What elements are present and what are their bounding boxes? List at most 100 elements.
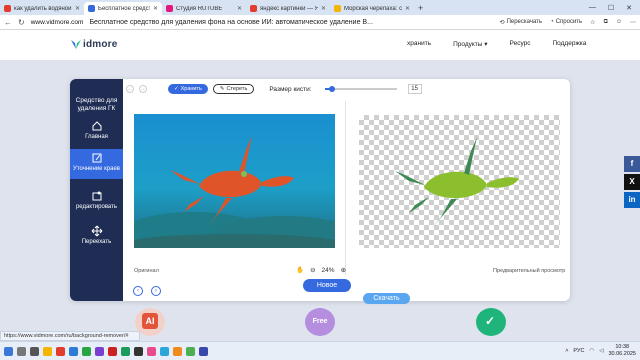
zoom-in-icon[interactable]: ⊕ — [341, 266, 346, 274]
free-badge-icon: Free — [305, 308, 335, 336]
app-icon-5[interactable] — [134, 346, 143, 356]
zoom-out-icon[interactable]: ⊖ — [310, 266, 315, 274]
new-image-button[interactable]: Новое — [303, 279, 351, 292]
page-title-in-address: Бесплатное средство для удаления фона на… — [89, 18, 373, 26]
brush-size-slider[interactable] — [324, 85, 397, 92]
x-icon[interactable]: X — [624, 174, 640, 190]
explorer-icon[interactable] — [43, 346, 52, 356]
browser-tab-bar: как удалить водяной знак✕Бесплатное сред… — [0, 0, 640, 15]
close-tab-icon[interactable]: ✕ — [75, 5, 80, 12]
url-field[interactable]: www.vidmore.com — [31, 19, 84, 26]
zoom-level: 24% — [321, 266, 335, 274]
search-icon[interactable] — [17, 346, 26, 356]
address-bar: ← ↻ www.vidmore.com Бесплатное средство … — [0, 15, 640, 30]
nav-item-resources[interactable]: Ресурс — [510, 40, 531, 48]
tab-title: как удалить водяной знак — [14, 5, 72, 12]
brush-size-label: Размер кисти: — [269, 85, 312, 93]
close-tab-icon[interactable]: ✕ — [237, 5, 242, 12]
sidebar-item-refine-edges[interactable]: Уточнение краев — [70, 149, 123, 179]
sidebar-item-home[interactable]: Главная — [70, 117, 123, 147]
browser-tab[interactable]: яндекс картинки — Яндекс✕ — [246, 2, 330, 15]
browser-tab[interactable]: Студия RUTUBE ✕ — [162, 2, 246, 15]
volume-icon[interactable]: ◁ — [599, 348, 603, 354]
tab-favicon-icon — [166, 5, 173, 12]
clock[interactable]: 10:38 30.06.2025 — [608, 344, 636, 358]
nav-item-products[interactable]: Продукты ▾ — [453, 40, 487, 48]
redo-button[interactable]: → — [139, 85, 147, 93]
edit-icon — [92, 153, 101, 163]
nav-item-support[interactable]: Поддержка — [553, 40, 587, 48]
reload-icon[interactable]: ↻ — [18, 18, 25, 27]
hand-icon[interactable]: ✋ — [296, 266, 304, 274]
move-icon — [91, 225, 102, 237]
preview-image[interactable] — [359, 115, 560, 248]
app-icon-9[interactable] — [186, 346, 195, 356]
close-window-button[interactable]: ✕ — [626, 4, 632, 12]
original-label: Оригинал — [134, 268, 159, 274]
language-indicator[interactable]: РУС — [573, 348, 584, 354]
translate-button[interactable]: ⟲ Перескачать — [500, 19, 543, 26]
app-icon-7[interactable] — [160, 346, 169, 356]
clock-time: 10:38 — [615, 344, 630, 350]
app-icon-10[interactable] — [199, 346, 208, 356]
next-arrow-icon[interactable]: › — [151, 286, 161, 296]
keep-button[interactable]: ✓ Хранить — [168, 84, 208, 94]
wifi-icon[interactable]: ◠ — [589, 348, 594, 354]
edge-icon[interactable] — [69, 346, 78, 356]
system-tray: ˄ РУС ◠ ◁ 10:38 30.06.2025 — [565, 344, 636, 358]
profile-icon[interactable]: ☺ — [616, 19, 622, 25]
new-tab-button[interactable]: + — [418, 3, 423, 13]
panel-divider — [345, 101, 346, 275]
background-remover-tool: Средство для удаления ГК Главная Уточнен… — [70, 79, 570, 301]
brush-size-value[interactable]: 15 — [407, 84, 422, 94]
slider-handle[interactable] — [328, 85, 335, 92]
facebook-icon[interactable]: f — [624, 156, 640, 172]
site-nav: хранить Продукты ▾ Ресурс Поддержка — [407, 40, 608, 48]
browser-tab[interactable]: как удалить водяной знак✕ — [0, 2, 84, 15]
tab-favicon-icon — [4, 5, 11, 12]
close-tab-icon[interactable]: ✕ — [153, 5, 158, 12]
tab-favicon-icon — [88, 5, 95, 12]
vidmore-logo[interactable]: idmore — [71, 39, 118, 50]
menu-icon[interactable]: ⋯ — [630, 19, 636, 26]
app-icon-8[interactable] — [173, 346, 182, 356]
tab-title: яндекс картинки — Яндекс — [260, 5, 318, 12]
undo-button[interactable]: ← — [126, 85, 134, 93]
ask-button[interactable]: ◔ Спросить — [550, 19, 582, 25]
download-button[interactable]: Скачать — [363, 293, 410, 304]
logo-text: idmore — [83, 39, 118, 50]
app-icon-3[interactable] — [108, 346, 117, 356]
site-header: idmore хранить Продукты ▾ Ресурс Поддерж… — [0, 30, 640, 60]
prev-arrow-icon[interactable]: ‹ — [133, 286, 143, 296]
nav-item-store[interactable]: хранить — [407, 40, 431, 48]
browser-tab[interactable]: Морская черепаха: смотр✕ — [330, 2, 414, 15]
start-icon[interactable] — [4, 346, 13, 356]
sidebar-heading: Средство для удаления ГК — [75, 97, 118, 112]
crop-icon — [92, 191, 101, 201]
close-tab-icon[interactable]: ✕ — [321, 5, 326, 12]
task-view-icon[interactable] — [30, 346, 39, 356]
preview-label: Предварительный просмотр — [493, 268, 566, 274]
maximize-button[interactable]: ☐ — [608, 4, 614, 12]
turtle-cutout-preview — [395, 137, 519, 229]
linkedin-icon[interactable]: in — [624, 192, 640, 208]
app-icon-6[interactable] — [147, 346, 156, 356]
tab-favicon-icon — [334, 5, 341, 12]
close-tab-icon[interactable]: ✕ — [405, 5, 410, 12]
browser-tab[interactable]: Бесплатное средство для уд✕ — [84, 2, 162, 15]
app-icon-4[interactable] — [121, 346, 130, 356]
app-icon-1[interactable] — [82, 346, 91, 356]
sidebar-item-edit[interactable]: редактировать — [70, 187, 123, 217]
back-icon[interactable]: ← — [4, 18, 12, 27]
app-icon-2[interactable] — [95, 346, 104, 356]
chevron-up-icon[interactable]: ˄ — [565, 348, 568, 354]
favorites-icon[interactable]: ☆ — [590, 19, 595, 26]
erase-button[interactable]: ✎ Стереть — [212, 84, 255, 94]
yandex-icon[interactable] — [56, 346, 65, 356]
extensions-icon[interactable]: ⧉ — [604, 19, 608, 26]
tool-sidebar: Средство для удаления ГК Главная Уточнен… — [70, 79, 123, 301]
sidebar-item-move[interactable]: Переехать — [70, 222, 123, 252]
tab-title: Бесплатное средство для уд — [98, 5, 150, 12]
original-image[interactable] — [134, 114, 335, 248]
minimize-button[interactable]: — — [589, 4, 596, 12]
